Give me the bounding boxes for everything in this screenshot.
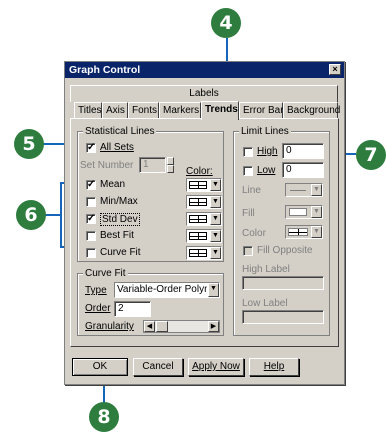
chevron-down-icon: ▼ <box>311 206 322 218</box>
limit-lines-label: Limit Lines <box>239 126 291 137</box>
curve-type-dropdown[interactable]: Variable-Order Polynomial ▼ <box>114 282 220 298</box>
curve-fit-checkbox[interactable] <box>86 248 96 258</box>
min-max-checkbox[interactable] <box>86 197 96 207</box>
min-max-label: Min/Max <box>100 196 138 207</box>
grid-swatch-icon <box>189 181 207 189</box>
std-dev-color-dropdown[interactable]: ▼ <box>186 212 222 226</box>
callout-8: 8 <box>89 402 119 432</box>
set-number-field[interactable]: 1 <box>139 157 166 173</box>
limit-color-label: Color <box>242 228 266 239</box>
mean-label: Mean <box>100 179 126 190</box>
tab-background[interactable]: Background <box>283 102 340 119</box>
set-number-down[interactable] <box>167 165 174 173</box>
low-label-field[interactable] <box>242 310 324 324</box>
statistical-lines-label: Statistical Lines <box>83 126 157 137</box>
high-label: High <box>257 146 278 157</box>
low-label: Low <box>257 165 276 176</box>
best-fit-color-dropdown[interactable]: ▼ <box>186 229 222 243</box>
tab-markers[interactable]: Markers <box>159 102 201 119</box>
order-label: Order <box>85 303 111 314</box>
curve-fit-label: Curve Fit <box>100 247 141 258</box>
set-number-label: Set Number <box>80 160 134 171</box>
granularity-label: Granularity <box>85 321 134 332</box>
low-label-caption: Low Label <box>242 298 288 309</box>
std-dev-checkbox[interactable]: ✓ <box>86 214 96 224</box>
order-field[interactable]: 2 <box>114 301 151 317</box>
grid-swatch-icon <box>288 228 308 236</box>
granularity-scrollbar[interactable]: ◀ ▶ <box>143 320 220 333</box>
dialog-title: Graph Control <box>69 64 141 76</box>
apply-now-button[interactable]: Apply Now <box>188 358 244 376</box>
fill-label: Fill <box>242 208 255 219</box>
tab-axis[interactable]: Axis <box>102 102 128 119</box>
ok-button[interactable]: OK <box>72 358 128 376</box>
mean-checkbox[interactable]: ✓ <box>86 180 96 190</box>
callout-5: 5 <box>14 129 44 159</box>
close-icon[interactable]: × <box>329 64 341 75</box>
best-fit-label: Best Fit <box>100 230 134 241</box>
tab-labels[interactable]: Labels <box>70 85 338 102</box>
low-value-field[interactable]: 0 <box>282 162 324 178</box>
high-checkbox[interactable] <box>243 147 253 157</box>
curve-type-value: Variable-Order Polynomial <box>117 284 207 295</box>
chevron-down-icon: ▼ <box>210 230 221 242</box>
stat-color-label: Color: <box>186 166 213 177</box>
chevron-down-icon: ▼ <box>311 184 322 196</box>
best-fit-checkbox[interactable] <box>86 231 96 241</box>
callout-6-leader <box>44 214 60 216</box>
tab-titles[interactable]: Titles <box>74 102 102 119</box>
chevron-down-icon: ▼ <box>210 196 221 208</box>
grid-swatch-icon <box>189 215 207 223</box>
callout-4: 4 <box>211 8 241 38</box>
tab-error-bar[interactable]: Error Bar <box>239 102 284 119</box>
line-style-dropdown[interactable]: ▼ <box>285 183 323 197</box>
callout-6: 6 <box>16 200 46 230</box>
callout-7: 7 <box>356 140 386 170</box>
help-button[interactable]: Help <box>249 358 299 376</box>
tab-fonts[interactable]: Fonts <box>128 102 159 119</box>
scroll-left-icon[interactable]: ◀ <box>144 321 155 332</box>
set-number-up[interactable] <box>167 157 174 165</box>
grid-swatch-icon <box>189 198 207 206</box>
scroll-thumb[interactable] <box>156 321 168 332</box>
fill-dropdown[interactable]: ▼ <box>285 205 323 219</box>
high-label-caption: High Label <box>242 264 290 275</box>
limit-color-dropdown[interactable]: ▼ <box>285 225 323 239</box>
curve-fit-color-dropdown[interactable]: ▼ <box>186 246 222 260</box>
std-dev-label: Std Dev <box>100 213 140 226</box>
cancel-button[interactable]: Cancel <box>133 358 183 376</box>
type-label: Type <box>85 285 107 296</box>
callout-6-bracket <box>60 182 62 248</box>
high-value-field[interactable]: 0 <box>282 143 324 159</box>
grid-swatch-icon <box>189 249 207 257</box>
min-max-color-dropdown[interactable]: ▼ <box>186 195 222 209</box>
scroll-right-icon[interactable]: ▶ <box>208 321 219 332</box>
chevron-down-icon: ▼ <box>210 247 221 259</box>
dialog-titlebar: Graph Control × <box>65 62 344 78</box>
all-sets-label: All Sets <box>100 142 134 153</box>
chevron-down-icon: ▼ <box>210 213 221 225</box>
fill-opposite-label: Fill Opposite <box>257 245 313 256</box>
low-checkbox[interactable] <box>243 166 253 176</box>
mean-color-dropdown[interactable]: ▼ <box>186 178 222 192</box>
fill-opposite-checkbox[interactable] <box>243 246 253 256</box>
tab-trends[interactable]: Trends <box>201 101 239 120</box>
grid-swatch-icon <box>189 232 207 240</box>
chevron-down-icon: ▼ <box>208 283 219 297</box>
chevron-down-icon: ▼ <box>210 179 221 191</box>
chevron-down-icon: ▼ <box>311 226 322 238</box>
all-sets-checkbox[interactable]: ✓ <box>86 143 96 153</box>
line-label: Line <box>242 185 261 196</box>
curve-fit-group-label: Curve Fit <box>83 268 128 279</box>
high-label-field[interactable] <box>242 276 324 290</box>
